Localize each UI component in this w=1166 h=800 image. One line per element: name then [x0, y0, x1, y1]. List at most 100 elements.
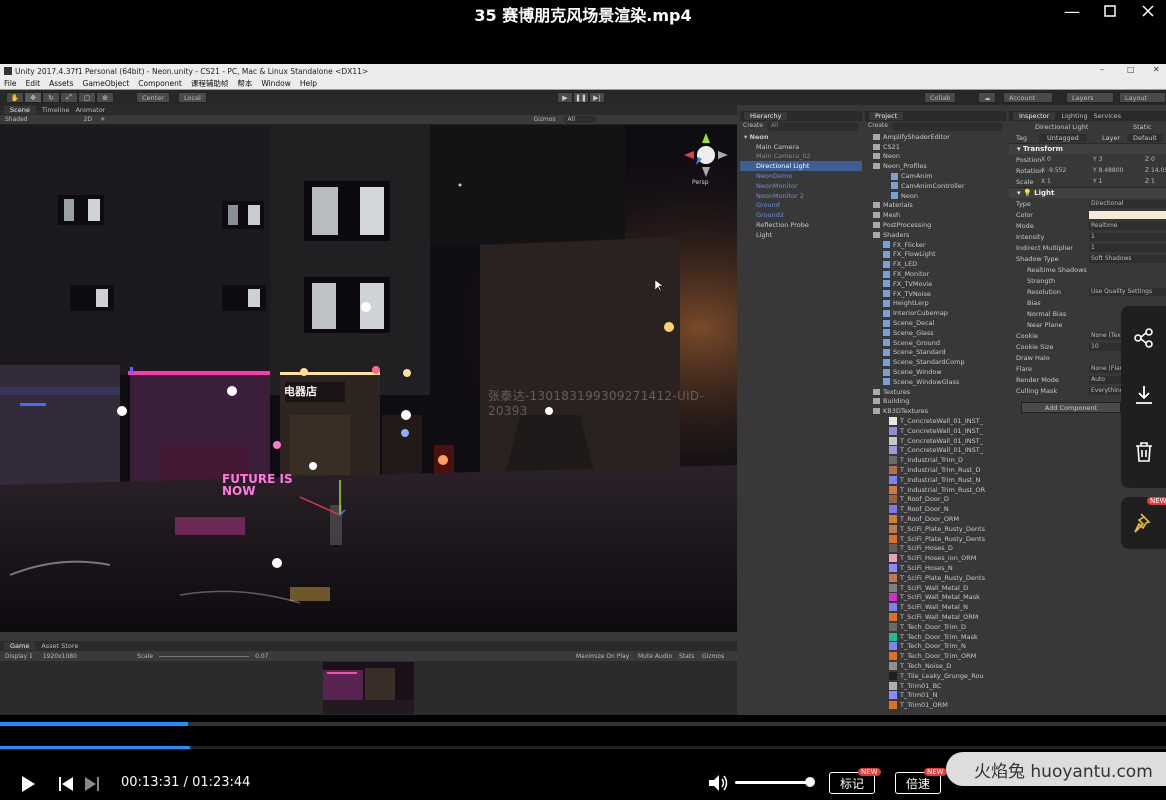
- project-item[interactable]: T_SciFi_Plate_Rusty_Dents: [865, 534, 1006, 544]
- rotate-tool-icon[interactable]: ↻: [42, 92, 60, 103]
- project-item[interactable]: T_Industrial_Trim_Rust_N: [865, 475, 1006, 485]
- light-prop-value[interactable]: Soft Shadows: [1089, 254, 1166, 263]
- project-item[interactable]: T_Industrial_Trim_Rust_OR: [865, 485, 1006, 495]
- project-item[interactable]: Neon: [865, 191, 1006, 201]
- layer-dropdown[interactable]: Default: [1127, 133, 1163, 142]
- light-color-swatch[interactable]: [1089, 210, 1166, 219]
- transform-x-field[interactable]: X -9.552: [1041, 167, 1066, 174]
- maximize-icon[interactable]: [1092, 0, 1128, 22]
- step-icon[interactable]: ▶|: [589, 92, 605, 103]
- hierarchy-item[interactable]: Main Camera_02: [740, 152, 862, 162]
- project-item[interactable]: T_Trim01_BC: [865, 681, 1006, 691]
- unity-close-icon[interactable]: ✕: [1153, 65, 1160, 74]
- volume-button[interactable]: [706, 772, 730, 794]
- project-item[interactable]: T_SciFi_Wall_Metal_D: [865, 583, 1006, 593]
- project-item[interactable]: FX_Flicker: [865, 240, 1006, 250]
- project-item[interactable]: T_Roof_Door_ORM: [865, 514, 1006, 524]
- project-item[interactable]: PostProcessing: [865, 220, 1006, 230]
- unity-minimize-icon[interactable]: –: [1100, 65, 1104, 74]
- project-item[interactable]: T_Tech_Door_Trim_Mask: [865, 632, 1006, 642]
- light-header[interactable]: ▾ 💡 Light: [1009, 187, 1166, 198]
- project-item[interactable]: T_ConcreteWall_01_INST_: [865, 436, 1006, 446]
- tab-game[interactable]: Game: [4, 642, 36, 650]
- delete-icon[interactable]: [1133, 441, 1155, 467]
- light-prop-value[interactable]: Use Quality Settings: [1089, 287, 1166, 296]
- project-item[interactable]: CS21: [865, 142, 1006, 152]
- project-item[interactable]: T_SciFi_Hoses_N: [865, 563, 1006, 573]
- tab-animator[interactable]: Animator: [75, 106, 105, 114]
- mute-audio-toggle[interactable]: Mute Audio: [638, 653, 672, 660]
- project-item[interactable]: T_ConcreteWall_01_INST_: [865, 426, 1006, 436]
- project-item[interactable]: Scene_StandardComp: [865, 357, 1006, 367]
- transform-x-field[interactable]: X 1: [1041, 178, 1051, 185]
- tab-hierarchy[interactable]: Hierarchy: [744, 112, 788, 120]
- static-toggle[interactable]: Static: [1133, 123, 1152, 131]
- tab-lighting[interactable]: Lighting: [1061, 112, 1087, 120]
- project-create-button[interactable]: Create: [868, 122, 888, 131]
- project-item[interactable]: T_Tech_Door_Trim_D: [865, 622, 1006, 632]
- play-button[interactable]: [18, 774, 38, 794]
- layout-dropdown[interactable]: Layout: [1119, 92, 1166, 103]
- project-item[interactable]: T_Industrial_Trim_Rust_D: [865, 465, 1006, 475]
- project-item[interactable]: Textures: [865, 387, 1006, 397]
- previous-button[interactable]: [56, 774, 76, 794]
- menu-gameobject[interactable]: GameObject: [83, 79, 130, 88]
- project-item[interactable]: T_Tech_Door_Trim_N: [865, 641, 1006, 651]
- project-item[interactable]: CamAnimController: [865, 181, 1006, 191]
- tab-asset-store[interactable]: Asset Store: [41, 642, 78, 650]
- scale-slider[interactable]: [159, 655, 250, 657]
- hand-tool-icon[interactable]: ✋: [6, 92, 24, 103]
- tab-project[interactable]: Project: [869, 112, 904, 120]
- maximize-on-play-toggle[interactable]: Maximize On Play: [576, 653, 629, 660]
- transform-z-field[interactable]: Z 1: [1145, 178, 1155, 185]
- tag-dropdown[interactable]: Untagged: [1039, 133, 1087, 142]
- project-item[interactable]: KB3DTextures: [865, 406, 1006, 416]
- hierarchy-item[interactable]: NeonMonitor: [740, 181, 862, 191]
- minimize-icon[interactable]: —: [1054, 0, 1090, 22]
- project-item[interactable]: T_Tile_Leaky_Grunge_Rou: [865, 671, 1006, 681]
- project-search[interactable]: [891, 122, 1003, 131]
- rect-tool-icon[interactable]: ▢: [78, 92, 96, 103]
- light-prop-value[interactable]: 1: [1089, 243, 1166, 252]
- hierarchy-item[interactable]: NeonDemo: [740, 171, 862, 181]
- project-item[interactable]: T_Tech_Door_Trim_ORM: [865, 651, 1006, 661]
- hierarchy-scene-root[interactable]: ▾ Neon: [740, 132, 862, 142]
- project-item[interactable]: T_SciFi_Hoses_ion_ORM: [865, 553, 1006, 563]
- next-button[interactable]: [82, 774, 102, 794]
- menu-window[interactable]: Window: [261, 79, 291, 88]
- project-item[interactable]: T_SciFi_Wall_Metal_Mask: [865, 592, 1006, 602]
- menu-file[interactable]: File: [4, 79, 17, 88]
- tab-services[interactable]: Services: [1094, 112, 1121, 120]
- tab-scene[interactable]: Scene: [4, 106, 36, 114]
- hierarchy-item[interactable]: Light: [740, 230, 862, 240]
- project-item[interactable]: InteriorCubemap: [865, 308, 1006, 318]
- menu-assets[interactable]: Assets: [49, 79, 73, 88]
- add-component-button[interactable]: Add Component: [1021, 402, 1121, 413]
- lighting-toggle-icon[interactable]: ☀: [100, 116, 105, 123]
- hierarchy-item[interactable]: Ground2: [740, 210, 862, 220]
- project-item[interactable]: T_SciFi_Plate_Rusty_Dents: [865, 573, 1006, 583]
- project-item[interactable]: T_SciFi_Wall_Metal_ORM: [865, 612, 1006, 622]
- project-item[interactable]: Scene_Standard: [865, 348, 1006, 358]
- project-item[interactable]: CamAnim: [865, 171, 1006, 181]
- project-item[interactable]: Shaders: [865, 230, 1006, 240]
- project-item[interactable]: Mesh: [865, 210, 1006, 220]
- project-item[interactable]: T_Roof_Door_N: [865, 504, 1006, 514]
- layers-dropdown[interactable]: Layers: [1066, 92, 1114, 103]
- project-item[interactable]: T_Roof_Door_D: [865, 494, 1006, 504]
- persp-label[interactable]: Persp: [692, 179, 709, 186]
- project-item[interactable]: Scene_Glass: [865, 328, 1006, 338]
- move-tool-icon[interactable]: ✥: [24, 92, 42, 103]
- unity-maximize-icon[interactable]: □: [1127, 65, 1135, 74]
- toggle-2d[interactable]: 2D: [84, 116, 92, 123]
- hierarchy-item[interactable]: Reflection Probe: [740, 220, 862, 230]
- project-item[interactable]: Building: [865, 397, 1006, 407]
- project-item[interactable]: Scene_Window: [865, 367, 1006, 377]
- thumbnail-timeline[interactable]: [0, 722, 1166, 726]
- light-prop-value[interactable]: Directional: [1089, 199, 1166, 208]
- account-button[interactable]: Account: [1003, 92, 1053, 103]
- transform-y-field[interactable]: Y 1: [1093, 178, 1102, 185]
- hierarchy-create-button[interactable]: Create: [743, 122, 763, 131]
- pivot-local-button[interactable]: Local: [178, 92, 207, 103]
- project-item[interactable]: T_ConcreteWall_01_INST_: [865, 446, 1006, 456]
